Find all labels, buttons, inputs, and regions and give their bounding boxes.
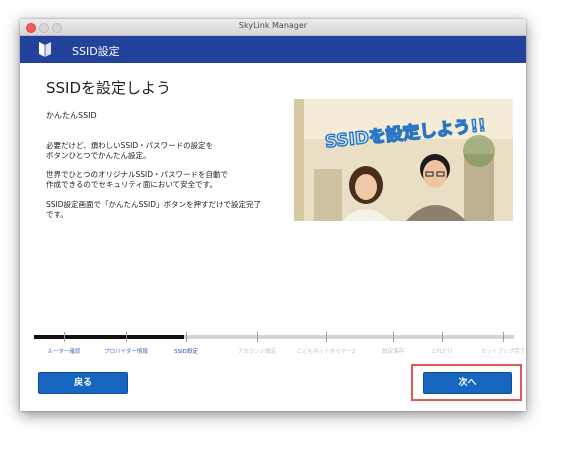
- section-header: SSID設定: [20, 36, 526, 63]
- video-frame-illustration: SSIDを設定しよう!!: [294, 99, 513, 221]
- progress-step-tick: [257, 332, 258, 342]
- header-title: SSID設定: [72, 45, 120, 58]
- progress-step-label: セットアップ完了: [480, 349, 526, 355]
- progress-step-tick: [186, 332, 187, 342]
- progress-step-label: プロバイダー情報: [104, 349, 148, 355]
- progress-step-tick: [126, 332, 127, 342]
- tutorial-video[interactable]: SSIDを設定しよう!!: [294, 99, 513, 221]
- progress-step-tick: [64, 332, 65, 342]
- progress-step-label: これだけ: [430, 349, 454, 355]
- back-button[interactable]: 戻る: [38, 372, 128, 394]
- next-button[interactable]: 次へ: [423, 372, 512, 394]
- setup-progress: ルーター確認 プロバイダー情報 SSID設定 アカウント設定 こどもネットタイマー2 設定…: [34, 332, 525, 362]
- description-paragraph: SSID設定画面で「かんたんSSID」ボタンを押すだけで設定完了 です。: [46, 200, 262, 219]
- page-title: SSIDを設定しよう: [46, 79, 172, 97]
- progress-step-label: SSID設定: [174, 349, 198, 355]
- progress-step-tick: [442, 332, 443, 342]
- window-title: SkyLink Manager: [238, 21, 308, 30]
- description-paragraph: 必要だけど、煩わしいSSID・パスワードの設定を ボタンひとつでかんたん設定。: [46, 141, 214, 160]
- progress-step-label: 設定保存: [381, 349, 405, 355]
- feature-subheading: かんたんSSID: [46, 111, 97, 120]
- title-bar: SkyLink Manager: [20, 19, 526, 36]
- progress-step-label: ルーター確認: [47, 349, 81, 355]
- description-paragraph: 世界でひとつのオリジナルSSID・パスワードを自動で 作成できるのでセキュリティ…: [46, 170, 228, 189]
- progress-step-tick: [503, 332, 504, 342]
- progress-step-tick: [393, 332, 394, 342]
- progress-step-label: こどもネットタイマー2: [296, 349, 356, 355]
- beginner-mark-icon: [39, 42, 51, 57]
- progress-step-label: アカウント設定: [237, 349, 277, 355]
- progress-step-tick: [326, 332, 327, 342]
- app-window: SkyLink Manager SSID設定 SSIDを設定しよう かんたんSS…: [20, 19, 526, 411]
- progress-fill: [34, 335, 184, 339]
